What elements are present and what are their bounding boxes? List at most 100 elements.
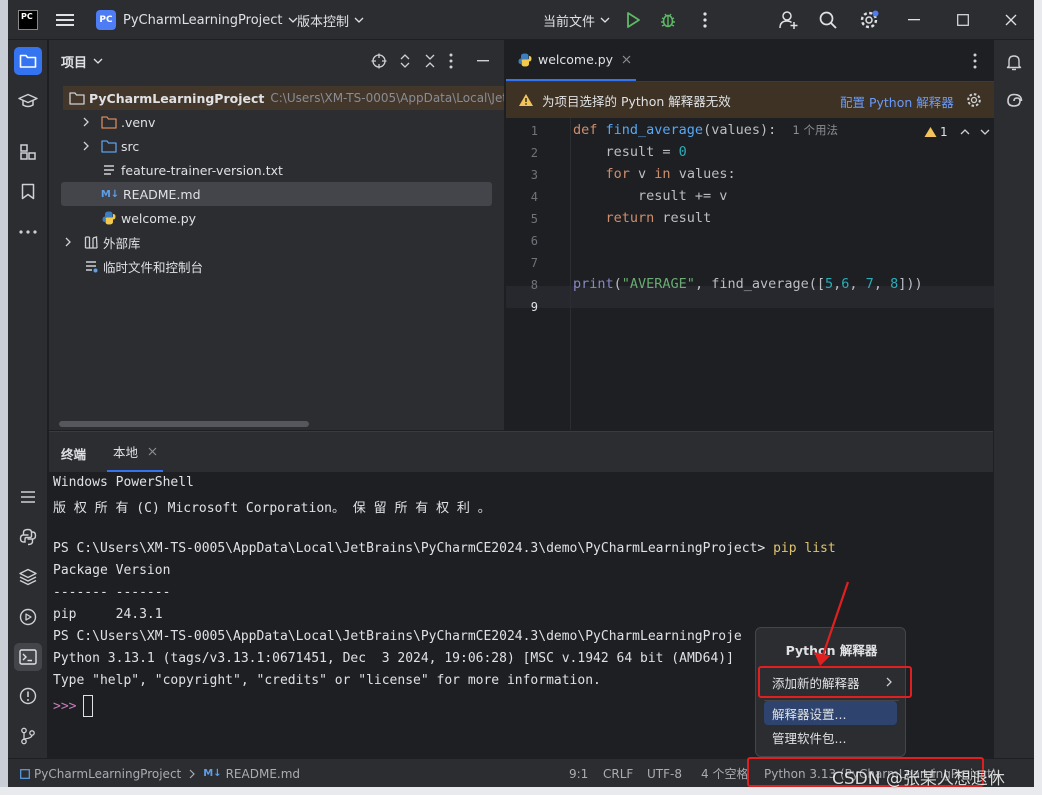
inspection-count: 1: [940, 125, 948, 139]
code-view[interactable]: 1 2 3 4 5 6 7 8 9 def find_average(value…: [506, 118, 994, 430]
close-window-button[interactable]: [1005, 0, 1017, 40]
tree-item-external-libs[interactable]: 外部库: [65, 230, 141, 254]
terminal-line: 版 权 所 有 (C) Microsoft Corporation。 保 留 所…: [53, 501, 491, 516]
breadcrumb-file[interactable]: README.md: [226, 767, 300, 781]
caret-position[interactable]: 9:1: [569, 759, 588, 788]
panel-options-button[interactable]: [449, 53, 453, 69]
python-packages-button[interactable]: [14, 563, 42, 591]
watermark: CSDN @张某人想退休: [832, 769, 1005, 789]
close-icon[interactable]: [622, 55, 631, 64]
tree-item-label: 临时文件和控制台: [103, 259, 204, 275]
vertical-dots-icon: [973, 53, 977, 69]
project-tool-button[interactable]: [14, 47, 42, 75]
settings-button[interactable]: [859, 0, 879, 40]
locate-file-button[interactable]: [371, 53, 387, 69]
project-switcher[interactable]: PC PyCharmLearningProject: [96, 0, 298, 40]
python-console-button[interactable]: [14, 523, 42, 551]
project-view-selector[interactable]: 项目: [61, 40, 103, 82]
breadcrumb-project[interactable]: PyCharmLearningProject: [34, 767, 181, 781]
expand-all-button[interactable]: [399, 53, 411, 69]
terminal-line: Python 3.13.1 (tags/v3.13.1:0671451, Dec…: [53, 651, 734, 666]
background-window-edge: [1034, 0, 1042, 795]
ai-assistant-button[interactable]: [1000, 87, 1028, 115]
tree-item-scratches[interactable]: 临时文件和控制台: [83, 254, 203, 278]
search-icon: [819, 11, 837, 29]
debug-button[interactable]: [659, 0, 677, 40]
module-icon: [20, 768, 30, 779]
line-number: 3: [530, 168, 538, 182]
terminal-line: Windows PowerShell: [53, 475, 194, 490]
notifications-button[interactable]: [1000, 48, 1028, 76]
collapse-all-button[interactable]: [424, 53, 436, 69]
tree-item-venv[interactable]: .venv: [83, 110, 155, 134]
code-with-me-button[interactable]: [779, 0, 799, 40]
maximize-button[interactable]: [957, 0, 969, 40]
close-icon[interactable]: [148, 447, 157, 456]
learn-tool-button[interactable]: [14, 87, 42, 115]
main-menu-button[interactable]: [56, 0, 74, 40]
code-line-1: def find_average(values): 1 个用法: [573, 122, 838, 138]
terminal-line: PS C:\Users\XM-TS-0005\AppData\Local\Jet…: [53, 629, 742, 644]
add-user-icon: [779, 11, 798, 29]
tree-item-readme[interactable]: M↓ README.md: [61, 182, 492, 206]
tree-root[interactable]: PyCharmLearningProject C:\Users\XM-TS-00…: [63, 86, 504, 110]
terminal-tool-button[interactable]: [14, 643, 42, 671]
services-tool-button[interactable]: [14, 603, 42, 631]
tab-label: welcome.py: [538, 52, 614, 67]
more-tools-button[interactable]: [14, 218, 42, 246]
encoding-selector[interactable]: UTF-8: [647, 759, 682, 788]
vcs-menu[interactable]: 版本控制: [297, 0, 364, 40]
tab-local[interactable]: 本地: [107, 432, 164, 472]
horizontal-scrollbar[interactable]: [59, 421, 309, 427]
markdown-icon: M↓: [203, 768, 222, 779]
minimize-button[interactable]: [908, 0, 920, 40]
layers-icon: [19, 568, 37, 586]
chevron-down-icon[interactable]: [980, 129, 990, 135]
search-everywhere-button[interactable]: [819, 0, 837, 40]
project-panel-header: 项目: [49, 40, 504, 82]
tab-welcome-py[interactable]: welcome.py: [506, 40, 636, 81]
terminal-title: 终端: [61, 447, 87, 462]
more-actions-button[interactable]: [703, 0, 707, 40]
terminal-line: PS C:\Users\XM-TS-0005\AppData\Local\Jet…: [53, 541, 836, 556]
terminal-line: ------- -------: [53, 585, 171, 600]
chevron-down-icon: [600, 17, 610, 23]
code-line-5: return result: [605, 210, 712, 226]
line-ending-selector[interactable]: CRLF: [603, 759, 633, 788]
tree-item-txt[interactable]: feature-trainer-version.txt: [101, 158, 283, 182]
problems-tool-button[interactable]: [14, 682, 42, 710]
git-tool-button[interactable]: [14, 722, 42, 750]
line-number: 2: [530, 146, 538, 160]
app-logo[interactable]: PC: [18, 0, 38, 40]
pycharm-logo-icon: PC: [18, 10, 38, 30]
menu-item-label: 管理软件包...: [772, 730, 847, 746]
run-icon: [627, 12, 640, 28]
chevron-up-icon[interactable]: [960, 129, 970, 135]
crosshair-icon: [371, 53, 387, 69]
structure-tool-button[interactable]: [14, 138, 42, 166]
highlight-box: [758, 666, 912, 698]
usage-hint[interactable]: 1 个用法: [792, 123, 837, 137]
breadcrumb: PyCharmLearningProject M↓ README.md: [20, 759, 300, 788]
inspection-widget[interactable]: 1: [924, 125, 990, 139]
terminal-input-line[interactable]: >>>: [53, 695, 94, 717]
todo-tool-button[interactable]: [14, 483, 42, 511]
run-config-label: 当前文件: [543, 14, 596, 30]
list-icon: [21, 491, 35, 503]
git-branch-icon: [21, 727, 35, 745]
indent-selector[interactable]: 4 个空格: [701, 759, 748, 788]
hide-panel-button[interactable]: [477, 60, 489, 62]
banner-settings-button[interactable]: [966, 92, 982, 108]
spiral-icon: [1007, 93, 1023, 107]
manage-packages-item[interactable]: 管理软件包...: [764, 725, 899, 749]
tree-item-welcome[interactable]: welcome.py: [101, 206, 196, 230]
bookmarks-tool-button[interactable]: [14, 177, 42, 205]
run-config-selector[interactable]: 当前文件: [543, 0, 610, 40]
configure-interpreter-link[interactable]: 配置 Python 解释器: [840, 92, 954, 111]
tree-item-src[interactable]: src: [83, 134, 139, 158]
problems-icon: [19, 687, 37, 705]
editor-options-button[interactable]: [973, 53, 977, 69]
interpreter-settings-item[interactable]: 解释器设置...: [764, 701, 897, 725]
editor-area: welcome.py 为项目选择的 Python 解释器无效 配置 Python…: [505, 40, 994, 430]
run-button[interactable]: [626, 0, 640, 40]
